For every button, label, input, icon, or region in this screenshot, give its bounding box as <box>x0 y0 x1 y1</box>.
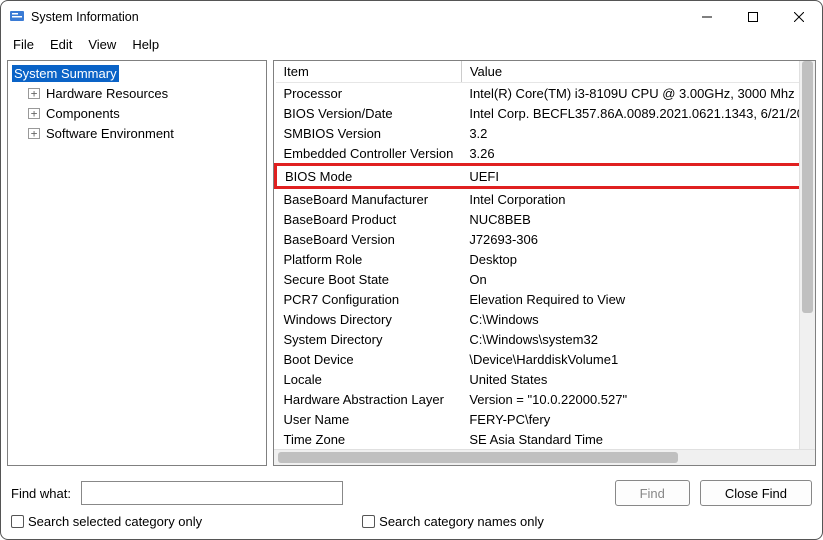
cell-item: BaseBoard Version <box>276 229 462 249</box>
table-row[interactable]: Time ZoneSE Asia Standard Time <box>276 429 800 449</box>
info-pane: Item Value ProcessorIntel(R) Core(TM) i3… <box>273 60 816 466</box>
scroll-thumb[interactable] <box>802 61 813 313</box>
cell-item: Boot Device <box>276 349 462 369</box>
cell-value: 3.2 <box>461 123 799 143</box>
find-label: Find what: <box>11 486 71 501</box>
cell-value: Intel Corp. BECFL357.86A.0089.2021.0621.… <box>461 103 799 123</box>
table-row[interactable]: BIOS Version/DateIntel Corp. BECFL357.86… <box>276 103 800 123</box>
cell-item: PCR7 Configuration <box>276 289 462 309</box>
table-row[interactable]: User NameFERY-PC\fery <box>276 409 800 429</box>
vertical-scrollbar[interactable] <box>799 61 815 449</box>
tree-item[interactable]: + Components <box>12 103 262 123</box>
cell-value: C:\Windows <box>461 309 799 329</box>
table-row[interactable]: BaseBoard VersionJ72693-306 <box>276 229 800 249</box>
tree-item[interactable]: + Software Environment <box>12 123 262 143</box>
tree-label: Software Environment <box>44 125 176 142</box>
menu-help[interactable]: Help <box>126 35 165 54</box>
titlebar: System Information <box>1 1 822 33</box>
maximize-button[interactable] <box>730 1 776 33</box>
table-row[interactable]: System DirectoryC:\Windows\system32 <box>276 329 800 349</box>
cell-value: Intel Corporation <box>461 188 799 210</box>
table-row[interactable]: BaseBoard ManufacturerIntel Corporation <box>276 188 800 210</box>
menu-edit[interactable]: Edit <box>44 35 78 54</box>
cell-value: Elevation Required to View <box>461 289 799 309</box>
cell-value: On <box>461 269 799 289</box>
cell-item: Time Zone <box>276 429 462 449</box>
table-row[interactable]: SMBIOS Version3.2 <box>276 123 800 143</box>
find-input[interactable] <box>81 481 343 505</box>
table-row[interactable]: PCR7 ConfigurationElevation Required to … <box>276 289 800 309</box>
tree-label: Hardware Resources <box>44 85 170 102</box>
bottom-bar: Find what: Find Close Find Search select… <box>1 472 822 539</box>
close-button[interactable] <box>776 1 822 33</box>
hscroll-thumb[interactable] <box>278 452 678 463</box>
cell-value: SE Asia Standard Time <box>461 429 799 449</box>
cell-item: Embedded Controller Version <box>276 143 462 165</box>
menu-view[interactable]: View <box>82 35 122 54</box>
column-header-value[interactable]: Value <box>461 61 799 83</box>
tree-label: System Summary <box>12 65 119 82</box>
checkbox-icon <box>11 515 24 528</box>
table-row[interactable]: Embedded Controller Version3.26 <box>276 143 800 165</box>
table-row[interactable]: ProcessorIntel(R) Core(TM) i3-8109U CPU … <box>276 83 800 104</box>
cell-item: BIOS Version/Date <box>276 103 462 123</box>
checkbox-search-selected[interactable]: Search selected category only <box>11 514 202 529</box>
tree-item-system-summary[interactable]: System Summary <box>12 63 262 83</box>
tree-label: Components <box>44 105 122 122</box>
tree-pane: System Summary + Hardware Resources + Compo… <box>7 60 267 466</box>
cell-item: Hardware Abstraction Layer <box>276 389 462 409</box>
cell-value: Desktop <box>461 249 799 269</box>
checkbox-search-names[interactable]: Search category names only <box>362 514 544 529</box>
table-row[interactable]: Boot Device\Device\HarddiskVolume1 <box>276 349 800 369</box>
expand-icon[interactable]: + <box>28 88 40 99</box>
cell-item: Locale <box>276 369 462 389</box>
cell-value: United States <box>461 369 799 389</box>
table-row[interactable]: Secure Boot StateOn <box>276 269 800 289</box>
table-row[interactable]: Platform RoleDesktop <box>276 249 800 269</box>
cell-value: UEFI <box>461 165 799 188</box>
table-row[interactable]: BaseBoard ProductNUC8BEB <box>276 209 800 229</box>
table-row[interactable]: Windows DirectoryC:\Windows <box>276 309 800 329</box>
expand-icon[interactable]: + <box>28 128 40 139</box>
menu-file[interactable]: File <box>7 35 40 54</box>
content-area: System Summary + Hardware Resources + Compo… <box>1 60 822 472</box>
cell-value: NUC8BEB <box>461 209 799 229</box>
cell-item: Processor <box>276 83 462 104</box>
expand-icon[interactable]: + <box>28 108 40 119</box>
cell-value: FERY-PC\fery <box>461 409 799 429</box>
column-header-item[interactable]: Item <box>276 61 462 83</box>
horizontal-scrollbar[interactable] <box>274 449 815 465</box>
close-find-button[interactable]: Close Find <box>700 480 812 506</box>
table-row[interactable]: BIOS ModeUEFI <box>276 165 800 188</box>
cell-value: C:\Windows\system32 <box>461 329 799 349</box>
window-title: System Information <box>31 10 139 24</box>
table-row[interactable]: LocaleUnited States <box>276 369 800 389</box>
table-row[interactable]: Hardware Abstraction LayerVersion = "10.… <box>276 389 800 409</box>
app-icon <box>9 9 25 25</box>
checkbox-icon <box>362 515 375 528</box>
cell-item: BaseBoard Product <box>276 209 462 229</box>
find-button[interactable]: Find <box>615 480 690 506</box>
cell-item: Windows Directory <box>276 309 462 329</box>
system-information-window: System Information File Edit View Help S… <box>0 0 823 540</box>
checkbox-label: Search selected category only <box>28 514 202 529</box>
cell-item: Platform Role <box>276 249 462 269</box>
tree-item[interactable]: + Hardware Resources <box>12 83 262 103</box>
cell-item: SMBIOS Version <box>276 123 462 143</box>
cell-value: \Device\HarddiskVolume1 <box>461 349 799 369</box>
cell-value: J72693-306 <box>461 229 799 249</box>
cell-item: System Directory <box>276 329 462 349</box>
cell-item: Secure Boot State <box>276 269 462 289</box>
cell-item: BaseBoard Manufacturer <box>276 188 462 210</box>
checkbox-label: Search category names only <box>379 514 544 529</box>
cell-value: Intel(R) Core(TM) i3-8109U CPU @ 3.00GHz… <box>461 83 799 104</box>
cell-value: Version = "10.0.22000.527" <box>461 389 799 409</box>
cell-item: BIOS Mode <box>276 165 462 188</box>
cell-item: User Name <box>276 409 462 429</box>
menubar: File Edit View Help <box>1 33 822 60</box>
info-table: Item Value ProcessorIntel(R) Core(TM) i3… <box>274 61 799 449</box>
cell-value: 3.26 <box>461 143 799 165</box>
minimize-button[interactable] <box>684 1 730 33</box>
